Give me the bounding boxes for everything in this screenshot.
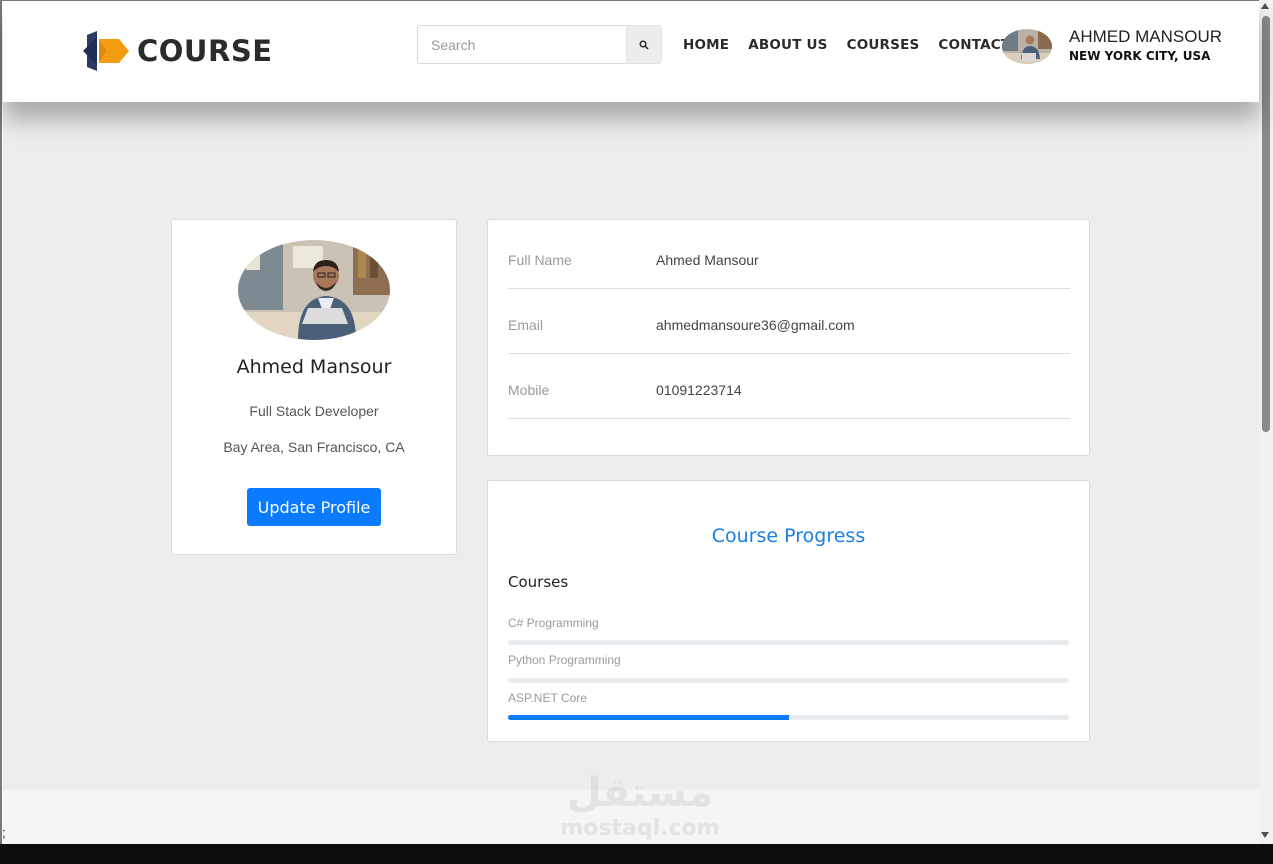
nav-contact[interactable]: CONTACT xyxy=(938,37,1010,53)
search-input[interactable] xyxy=(417,25,626,64)
info-value: ahmedmansoure36@gmail.com xyxy=(656,317,855,333)
update-profile-button[interactable]: Update Profile xyxy=(247,488,381,526)
info-label: Mobile xyxy=(508,382,550,398)
progress-track xyxy=(508,678,1069,683)
course-label: C# Programming xyxy=(508,616,599,630)
info-value: Ahmed Mansour xyxy=(656,252,759,268)
watermark: مستقل mostaql.com xyxy=(540,770,740,850)
scroll-down-arrow-icon[interactable] xyxy=(1261,832,1269,838)
profile-image xyxy=(238,240,390,340)
scrollbar-thumb[interactable] xyxy=(1262,16,1270,432)
profile-photo xyxy=(238,240,390,340)
course-label: ASP.NET Core xyxy=(508,691,587,705)
profile-role: Full Stack Developer xyxy=(249,403,379,419)
user-avatar[interactable] xyxy=(1002,29,1052,64)
nav-courses[interactable]: COURSES xyxy=(847,37,920,53)
info-card: Full Name Ahmed Mansour Email ahmedmanso… xyxy=(487,219,1090,456)
user-photo xyxy=(1002,29,1052,64)
site-header: COURSE HOME ABOUT US COURSES CONTACT AHM… xyxy=(3,1,1259,102)
profile-card: Ahmed Mansour Full Stack Developer Bay A… xyxy=(171,219,457,555)
user-location: NEW YORK CITY, USA xyxy=(1069,49,1211,63)
watermark-arabic: مستقل xyxy=(566,770,714,816)
info-value: 01091223714 xyxy=(656,382,742,398)
search-icon xyxy=(639,40,649,50)
watermark-latin: mostaql.com xyxy=(560,816,720,841)
info-row-mobile: Mobile 01091223714 xyxy=(508,354,1070,419)
progress-title: Course Progress xyxy=(711,525,866,547)
nav-about-us[interactable]: ABOUT US xyxy=(748,37,827,53)
profile-name: Ahmed Mansour xyxy=(236,356,392,378)
course-progress-card: Course Progress Courses C# Programming P… xyxy=(487,480,1090,742)
courses-heading: Courses xyxy=(508,573,569,591)
info-label: Full Name xyxy=(508,252,572,268)
search-button[interactable] xyxy=(626,25,662,64)
info-label: Email xyxy=(508,317,544,333)
profile-location: Bay Area, San Francisco, CA xyxy=(223,439,405,455)
info-row-full-name: Full Name Ahmed Mansour xyxy=(508,224,1070,289)
logo-icon xyxy=(83,31,129,71)
progress-track xyxy=(508,640,1069,645)
stray-text: ; xyxy=(2,825,6,840)
search-bar xyxy=(417,25,662,64)
user-name: AHMED MANSOUR xyxy=(1069,27,1223,46)
progress-track xyxy=(508,715,1069,720)
course-label: Python Programming xyxy=(508,653,621,667)
logo[interactable]: COURSE xyxy=(79,29,273,73)
info-row-email: Email ahmedmansoure36@gmail.com xyxy=(508,289,1070,354)
nav-home[interactable]: HOME xyxy=(683,37,729,53)
logo-text: COURSE xyxy=(137,34,273,68)
scroll-up-arrow-icon[interactable] xyxy=(1261,3,1269,9)
main-nav: HOME ABOUT US COURSES CONTACT xyxy=(683,37,1029,53)
progress-fill xyxy=(508,715,789,720)
